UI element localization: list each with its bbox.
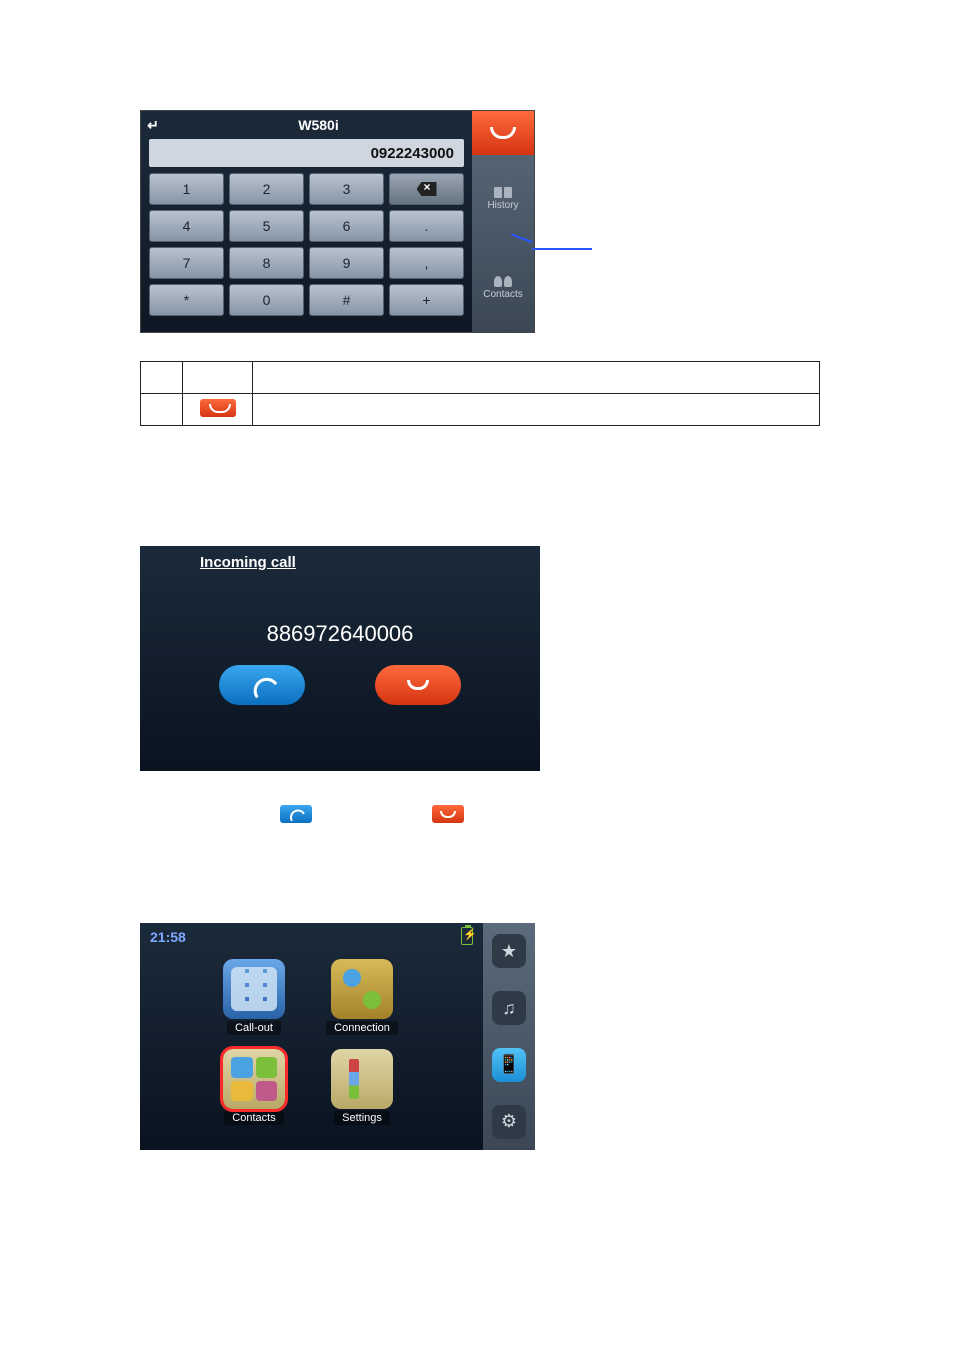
key-7[interactable]: 7	[149, 247, 224, 279]
answer-icon	[250, 673, 274, 697]
contacts-icon	[223, 1049, 285, 1109]
callout-icon	[223, 959, 285, 1019]
key-8[interactable]: 8	[229, 247, 304, 279]
side-home-button[interactable]: ★	[483, 923, 535, 980]
dialpad-main: ↵ W580i 0922243000 1 2 3 4 5 6 . 7 8 9 ,…	[141, 111, 472, 332]
table-cell	[253, 362, 820, 394]
reject-icon	[407, 680, 429, 690]
hangup-icon	[200, 399, 236, 417]
key-1[interactable]: 1	[149, 173, 224, 205]
menu-label: Call-out	[227, 1021, 281, 1035]
callout-leader-line	[532, 248, 592, 250]
key-dot[interactable]: .	[389, 210, 464, 242]
icon-description-table	[140, 361, 820, 426]
key-5[interactable]: 5	[229, 210, 304, 242]
menu-sidebar: ★ ♫ 📱 ⚙	[483, 923, 535, 1150]
menu-main: 21:58 Call-out Connection Contacts Setti…	[140, 923, 483, 1150]
backspace-icon	[417, 182, 437, 196]
key-0[interactable]: 0	[229, 284, 304, 316]
dialpad-screenshot: ↵ W580i 0922243000 1 2 3 4 5 6 . 7 8 9 ,…	[140, 110, 535, 333]
key-9[interactable]: 9	[309, 247, 384, 279]
key-4[interactable]: 4	[149, 210, 224, 242]
key-plus[interactable]: +	[389, 284, 464, 316]
reject-icon-small	[432, 805, 464, 823]
table-cell	[253, 394, 820, 426]
history-button[interactable]: History	[472, 155, 534, 244]
side-bluetooth-button[interactable]: 📱	[483, 1037, 535, 1094]
phone-bt-icon: 📱	[492, 1048, 526, 1082]
clapper-icon: ♫	[492, 991, 526, 1025]
incoming-call-title: Incoming call	[200, 554, 296, 573]
entered-number-display: 0922243000	[149, 139, 464, 167]
key-hash[interactable]: #	[309, 284, 384, 316]
gear-icon: ⚙	[492, 1105, 526, 1139]
menu-item-contacts[interactable]: Contacts	[206, 1049, 302, 1125]
table-cell	[183, 394, 253, 426]
battery-charging-icon	[461, 927, 473, 945]
inline-icon-row	[280, 805, 954, 823]
key-2[interactable]: 2	[229, 173, 304, 205]
history-label: History	[487, 200, 518, 211]
menu-item-callout[interactable]: Call-out	[206, 959, 302, 1035]
star-icon: ★	[492, 934, 526, 968]
incoming-call-screenshot: Incoming call 886972640006	[140, 546, 540, 771]
table-cell	[183, 362, 253, 394]
hangup-icon	[490, 127, 516, 139]
reject-button[interactable]	[375, 665, 461, 705]
menu-item-connection[interactable]: Connection	[314, 959, 410, 1035]
answer-icon-small	[280, 805, 312, 823]
key-6[interactable]: 6	[309, 210, 384, 242]
connection-icon	[331, 959, 393, 1019]
key-backspace[interactable]	[389, 173, 464, 205]
menu-label: Settings	[334, 1111, 390, 1125]
table-row	[141, 394, 820, 426]
hangup-button[interactable]	[472, 111, 534, 155]
menu-item-settings[interactable]: Settings	[314, 1049, 410, 1125]
table-cell	[141, 362, 183, 394]
table-cell	[141, 394, 183, 426]
table-row	[141, 362, 820, 394]
side-media-button[interactable]: ♫	[483, 980, 535, 1037]
incoming-call-number: 886972640006	[267, 621, 414, 647]
contacts-icon	[494, 276, 512, 287]
bluetooth-menu-screenshot: 21:58 Call-out Connection Contacts Setti…	[140, 923, 535, 1150]
settings-icon	[331, 1049, 393, 1109]
history-icon	[494, 187, 512, 198]
menu-label: Contacts	[224, 1111, 283, 1125]
key-comma[interactable]: ,	[389, 247, 464, 279]
answer-button[interactable]	[219, 665, 305, 705]
keypad-grid: 1 2 3 4 5 6 . 7 8 9 , * 0 # +	[149, 173, 464, 316]
menu-label: Connection	[326, 1021, 398, 1035]
clock-label: 21:58	[150, 929, 186, 945]
contacts-button[interactable]: Contacts	[472, 244, 534, 333]
side-settings-button[interactable]: ⚙	[483, 1093, 535, 1150]
contacts-label: Contacts	[483, 289, 522, 300]
dialpad-sidebar: History Contacts	[472, 111, 534, 332]
back-icon[interactable]: ↵	[141, 117, 165, 134]
device-title: W580i	[165, 117, 472, 133]
key-3[interactable]: 3	[309, 173, 384, 205]
key-star[interactable]: *	[149, 284, 224, 316]
